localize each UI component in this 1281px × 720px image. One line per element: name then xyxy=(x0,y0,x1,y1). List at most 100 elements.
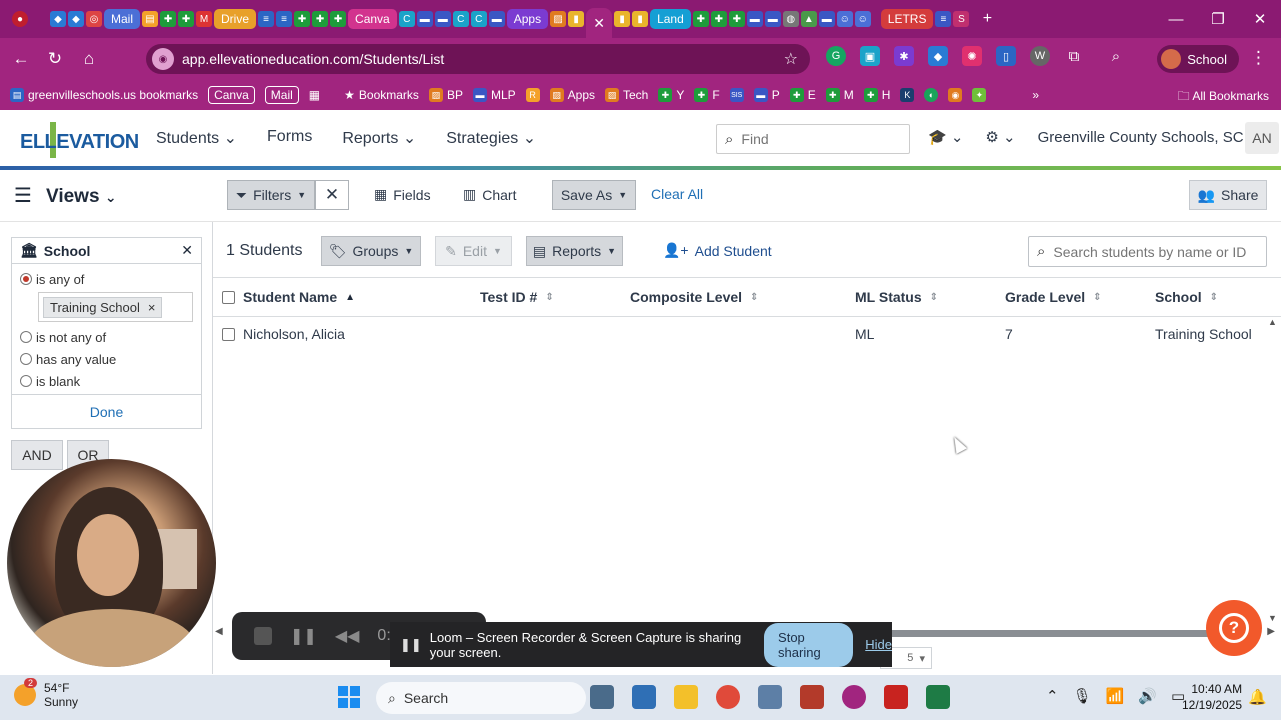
reports-button[interactable]: ▤ Reports ▼ xyxy=(526,236,623,266)
volume-icon[interactable]: 🔊 xyxy=(1138,687,1157,705)
tab-favicon-teal[interactable]: C xyxy=(398,11,415,27)
remove-tag-icon[interactable]: × xyxy=(148,300,156,315)
tab-favicon-blue-4[interactable]: ▬ xyxy=(434,11,451,27)
calculator-icon[interactable] xyxy=(632,685,656,709)
browser-menu-icon[interactable]: ⋮ xyxy=(1250,48,1267,68)
tab-favicon-green-2[interactable]: ✚ xyxy=(178,11,195,27)
row-checkbox[interactable] xyxy=(222,328,235,341)
hamburger-menu-icon[interactable]: ☰ xyxy=(14,186,36,206)
gear-icon[interactable]: ⚙ ⌄ xyxy=(985,128,1015,146)
reader-icon[interactable] xyxy=(800,685,824,709)
tab-favicon-app[interactable]: ◎ xyxy=(86,11,102,27)
tab-favicon-green-7[interactable]: ✚ xyxy=(710,11,727,27)
bookmark-mlp[interactable]: ▬ MLP xyxy=(472,88,516,102)
clear-filters-icon[interactable]: ✕ xyxy=(315,180,349,210)
col-grade-level[interactable]: Grade Level ⇕ xyxy=(1005,289,1102,305)
bookmark-orange[interactable]: ◉ xyxy=(948,88,963,102)
nav-reports[interactable]: Reports ⌄ xyxy=(342,128,416,148)
tab-favicon-record[interactable]: ● xyxy=(12,11,28,27)
rewind-icon[interactable]: ◀◀ xyxy=(335,626,360,646)
stop-sharing-button[interactable]: Stop sharing xyxy=(764,622,854,667)
chart-button[interactable]: ▥ Chart xyxy=(463,186,516,203)
scroll-up-icon[interactable]: ▲ xyxy=(1268,317,1277,327)
bookmark-f[interactable]: ✚ F xyxy=(694,88,720,102)
bookmark-star-icon[interactable]: ☆ xyxy=(784,49,798,69)
bookmark-apps[interactable]: ▨ Apps xyxy=(549,88,595,102)
cell-student-name[interactable]: Nicholson, Alicia xyxy=(243,326,345,342)
tab-favicon-teal-3[interactable]: C xyxy=(470,11,487,27)
find-input[interactable] xyxy=(741,131,892,147)
find-box[interactable]: ⌕ xyxy=(716,124,910,154)
extension-icon-3[interactable]: ◆ xyxy=(928,46,948,66)
omnibox[interactable]: ◉ app.ellevationeducation.com/Students/L… xyxy=(146,44,810,74)
extension-icon-2[interactable]: ✱ xyxy=(894,46,914,66)
school-tag-input[interactable]: Training School × xyxy=(38,292,193,322)
bookmark-sis[interactable]: SIS xyxy=(729,88,744,102)
tab-favicon-green-3[interactable]: ✚ xyxy=(294,11,311,27)
chrome-icon[interactable] xyxy=(716,685,740,709)
tab-favicon-blue-2[interactable]: ≡ xyxy=(276,11,293,27)
acrobat-icon[interactable] xyxy=(884,685,908,709)
bookmark-e[interactable]: ✚ E xyxy=(789,88,816,102)
taskbar-clock[interactable]: 10:40 AM 12/19/2025 xyxy=(1182,681,1242,713)
col-ml-status[interactable]: ML Status ⇕ xyxy=(855,289,938,305)
option-has-any-value[interactable]: has any value xyxy=(12,348,201,370)
minimize-icon[interactable]: — xyxy=(1155,11,1197,28)
tab-land[interactable]: Land xyxy=(650,9,691,29)
tab-favicon-blue-5[interactable]: ▬ xyxy=(488,11,505,27)
option-is-not-any-of[interactable]: is not any of xyxy=(12,326,201,348)
tab-favicon-green[interactable]: ✚ xyxy=(160,11,177,27)
hide-sharing-link[interactable]: Hide xyxy=(865,637,892,652)
filters-button[interactable]: ⏷ Filters ▼ xyxy=(227,180,315,210)
tab-mail[interactable]: Mail xyxy=(104,9,141,29)
bookmark-h[interactable]: ✚ H xyxy=(863,88,890,102)
new-tab-plus-icon[interactable]: + xyxy=(979,10,995,27)
active-tab-close-icon[interactable]: ✕ xyxy=(586,8,613,38)
reload-icon[interactable]: ↻ xyxy=(38,49,72,69)
tab-favicon-pin[interactable]: ◆ xyxy=(50,11,66,27)
radio-unselected[interactable] xyxy=(20,331,32,343)
edit-button[interactable]: ✎ Edit ▼ xyxy=(435,236,512,266)
clear-all-link[interactable]: Clear All xyxy=(651,186,703,202)
bookmark-greenville[interactable]: ▤ greenvilleschools.us bookmarks xyxy=(10,88,198,102)
tab-apps[interactable]: Apps xyxy=(506,9,549,29)
bookmark-bookmarks[interactable]: ★ Bookmarks xyxy=(344,88,419,102)
tab-favicon-orange-2[interactable]: ▨ xyxy=(550,11,567,27)
groups-button[interactable]: 🏷 Groups ▼ xyxy=(321,236,421,266)
pause-icon[interactable]: ❚❚ xyxy=(290,626,317,646)
tab-letrs[interactable]: LETRS xyxy=(880,9,934,29)
bookmark-grid-icon[interactable]: ▦ xyxy=(309,88,320,102)
close-filter-icon[interactable]: ✕ xyxy=(181,242,193,259)
chrome-profile-icon[interactable] xyxy=(842,685,866,709)
col-composite-level[interactable]: Composite Level ⇕ xyxy=(630,289,758,305)
all-bookmarks[interactable]: 🗀 All Bookmarks xyxy=(1178,87,1269,108)
tab-favicon-orange[interactable]: ▤ xyxy=(142,11,159,27)
tab-favicon-chart-3[interactable]: ▮ xyxy=(632,11,649,27)
close-window-icon[interactable]: ✕ xyxy=(1239,10,1281,28)
microphone-icon[interactable]: 🎙 xyxy=(1073,687,1092,705)
save-as-button[interactable]: Save As ▼ xyxy=(552,180,636,210)
bookmark-game[interactable]: ✦ xyxy=(972,88,987,102)
tab-canva[interactable]: Canva xyxy=(348,9,397,29)
tab-favicon-pin-2[interactable]: ◆ xyxy=(68,11,84,27)
share-button[interactable]: 👥 Share xyxy=(1189,180,1267,210)
wifi-icon[interactable]: 📶 xyxy=(1106,687,1125,705)
weather-widget[interactable]: 2 54°F Sunny xyxy=(14,678,78,709)
tab-favicon-chart-2[interactable]: ▮ xyxy=(614,11,631,27)
extension-icon-w[interactable]: W xyxy=(1030,46,1050,66)
views-dropdown[interactable]: Views ⌄ xyxy=(46,186,117,208)
scroll-left-icon[interactable]: ◀ xyxy=(215,626,223,637)
fields-button[interactable]: ▦ Fields xyxy=(374,186,431,203)
district-name[interactable]: Greenville County Schools, SC xyxy=(1038,129,1244,146)
add-student-link[interactable]: 👤+ Add Student xyxy=(663,242,772,259)
nav-strategies[interactable]: Strategies ⌄ xyxy=(446,128,536,148)
back-arrow-icon[interactable]: ← xyxy=(4,49,38,69)
webcam-bubble[interactable] xyxy=(7,459,216,667)
nav-forms[interactable]: Forms xyxy=(267,128,312,148)
task-view-icon[interactable] xyxy=(590,685,614,709)
sticky-notes-icon[interactable] xyxy=(674,685,698,709)
more-bookmarks-icon[interactable]: » xyxy=(1032,88,1039,102)
chevron-up-icon[interactable]: ⌃ xyxy=(1046,687,1059,705)
radio-unselected[interactable] xyxy=(20,375,32,387)
loom-extension-icon[interactable]: ✺ xyxy=(962,46,982,66)
